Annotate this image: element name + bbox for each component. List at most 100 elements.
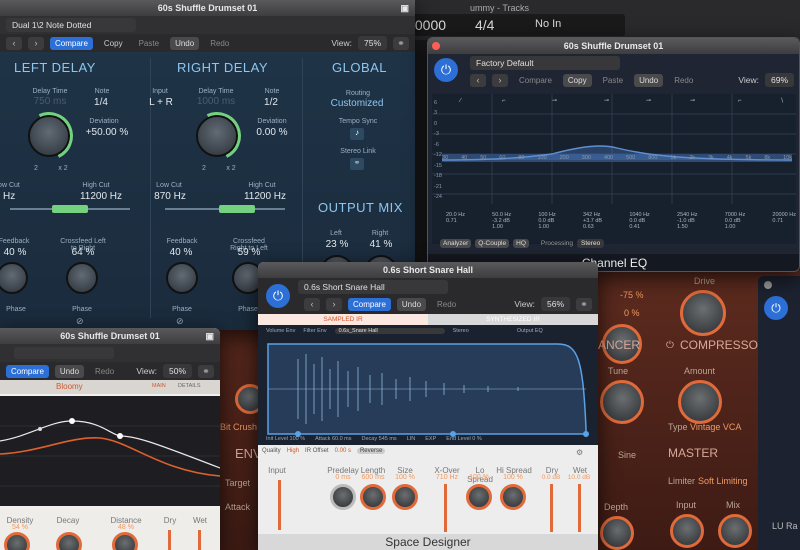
input-knob[interactable] — [670, 514, 704, 548]
paste-button[interactable]: Paste — [598, 74, 628, 87]
preset-menu[interactable]: 0.6s Short Snare Hall — [298, 280, 448, 294]
tab-sampled[interactable]: SAMPLED IR — [258, 314, 428, 325]
filter-slider-right[interactable] — [165, 205, 285, 213]
prev-arrow-icon[interactable]: ‹ — [304, 297, 320, 311]
power-button[interactable]: ⏻ — [266, 284, 290, 308]
power-icon[interactable]: ⏻ — [666, 340, 674, 351]
power-button[interactable]: ⏻ — [764, 296, 788, 320]
undo-button[interactable]: Undo — [634, 73, 664, 87]
compare-button[interactable]: Compare — [6, 364, 49, 378]
prev-arrow-icon[interactable]: ‹ — [470, 73, 486, 87]
band-8[interactable]: 20000 Hz 0.71 — [772, 212, 796, 230]
window-icon[interactable]: ▣ — [205, 328, 214, 344]
wet-slider[interactable] — [198, 530, 201, 550]
redo-button[interactable]: Redo — [205, 37, 234, 50]
density-knob[interactable] — [4, 532, 30, 550]
input-value-right[interactable]: L + R — [146, 97, 176, 108]
next-arrow-icon[interactable]: › — [326, 297, 342, 311]
xover-slider[interactable] — [444, 484, 447, 532]
type-value[interactable]: Vintage VCA — [690, 422, 741, 432]
redo-button[interactable]: Redo — [669, 74, 698, 87]
tab-details[interactable]: DETAILS — [178, 383, 201, 389]
copy-button[interactable]: Copy — [562, 73, 592, 87]
filter-env-toggle[interactable]: Filter Env — [303, 328, 326, 334]
phase-icon-right[interactable]: ⊘ — [176, 316, 184, 327]
length-knob[interactable] — [360, 484, 386, 510]
feedback-knob-left[interactable] — [0, 262, 28, 294]
power-button[interactable]: ⏻ — [434, 58, 458, 82]
lo-spread-knob[interactable] — [466, 484, 492, 510]
note-value-left[interactable]: 1/4 — [88, 97, 114, 108]
filter-slider-left[interactable] — [10, 205, 130, 213]
mult-2-right[interactable]: 2 — [200, 165, 208, 172]
mult-x2-left[interactable]: x 2 — [56, 165, 70, 172]
copy-button[interactable]: Copy — [99, 37, 128, 50]
input-slider[interactable] — [278, 480, 281, 530]
ir-name-select[interactable]: 0.6s_Snare Hall — [334, 328, 445, 334]
dry-slider[interactable] — [550, 484, 553, 532]
redo-button[interactable]: Redo — [90, 365, 119, 378]
exp-button[interactable]: EXP — [425, 436, 436, 442]
mix-knob[interactable] — [718, 514, 752, 548]
distance-knob[interactable] — [112, 532, 138, 550]
link-icon[interactable]: ⚭ — [393, 36, 409, 50]
lin-button[interactable]: LIN — [407, 436, 416, 442]
drive-knob[interactable] — [680, 290, 726, 336]
compare-button[interactable]: Compare — [514, 74, 557, 87]
undo-button[interactable]: Undo — [396, 297, 427, 311]
tempo-sync-button[interactable]: ♪ — [350, 128, 364, 140]
hq-button[interactable]: HQ — [513, 239, 529, 248]
preset-menu[interactable]: Dual 1\2 Note Dotted — [6, 18, 136, 32]
stereo-link-button[interactable]: ⚭ — [350, 158, 364, 170]
mult-2-left[interactable]: 2 — [32, 165, 40, 172]
quality-value[interactable]: High — [287, 448, 299, 454]
link-icon[interactable]: ⚭ — [198, 364, 214, 378]
crossfeed-lr-knob[interactable] — [66, 262, 98, 294]
tune-knob[interactable] — [600, 380, 644, 424]
view-select[interactable]: 50% — [162, 364, 192, 378]
decay-knob[interactable] — [56, 532, 82, 550]
mult-x2-right[interactable]: x 2 — [224, 165, 238, 172]
compare-button[interactable]: Compare — [348, 297, 391, 311]
preset-menu[interactable] — [14, 347, 114, 359]
depth2-knob[interactable] — [600, 516, 634, 550]
analyzer-button[interactable]: Analyzer — [440, 239, 472, 248]
waveform-panel[interactable]: Volume Env Filter Env 0.6s_Snare Hall St… — [258, 325, 598, 445]
undo-button[interactable]: Undo — [54, 364, 85, 378]
band-1[interactable]: 20.0 Hz 0.71 — [446, 212, 465, 230]
tab-main[interactable]: MAIN — [152, 383, 166, 389]
undo-button[interactable]: Undo — [170, 36, 200, 50]
size-knob[interactable] — [392, 484, 418, 510]
processing-select[interactable]: Stereo — [577, 239, 605, 248]
feedback-knob-right[interactable] — [166, 262, 198, 294]
dry-slider[interactable] — [168, 530, 171, 550]
view-select[interactable]: 56% — [540, 297, 570, 311]
qcouple-button[interactable]: Q-Couple — [475, 239, 510, 248]
phase-icon[interactable]: ⊘ — [76, 316, 84, 327]
ir-offset-value[interactable]: 0.00 s — [335, 448, 351, 454]
predelay-knob[interactable] — [330, 484, 356, 510]
routing-value[interactable]: Customized — [322, 98, 392, 109]
close-button[interactable] — [432, 42, 440, 50]
amount-knob[interactable] — [678, 380, 722, 424]
compare-button[interactable]: Compare — [50, 36, 93, 50]
note-value-right[interactable]: 1/2 — [258, 97, 284, 108]
view-select[interactable]: 69% — [764, 73, 794, 87]
reverse-button[interactable]: Reverse — [356, 448, 386, 454]
redo-button[interactable]: Redo — [432, 298, 461, 311]
next-arrow-icon[interactable]: › — [28, 36, 44, 50]
tab-synth[interactable]: SYNTHESIZED IR — [428, 314, 598, 325]
prev-arrow-icon[interactable]: ‹ — [6, 36, 22, 50]
volume-env-toggle[interactable]: Volume Env — [266, 328, 295, 334]
eq-graph[interactable]: ∕ ⌐ ⊸ ⊸ ⊸ ⊸ ⌐ ∖ 30 40 50 60 80 100 200 300 400 500 80… — [432, 94, 796, 244]
band-6[interactable]: 2540 Hz -1.0 dB 1.50 — [677, 212, 698, 230]
hi-spread-knob[interactable] — [500, 484, 526, 510]
window-icon[interactable]: ▣ — [400, 0, 409, 16]
wet-slider[interactable] — [578, 484, 581, 532]
preset-menu[interactable]: Factory Default — [470, 56, 620, 70]
band-4[interactable]: 342 Hz +3.7 dB 0.63 — [583, 212, 602, 230]
limiter-value[interactable]: Soft Limiting — [698, 476, 748, 486]
paste-button[interactable]: Paste — [134, 37, 164, 50]
band-5[interactable]: 1040 Hz 0.0 dB 0.41 — [629, 212, 650, 230]
link-icon[interactable]: ⚭ — [576, 297, 592, 311]
